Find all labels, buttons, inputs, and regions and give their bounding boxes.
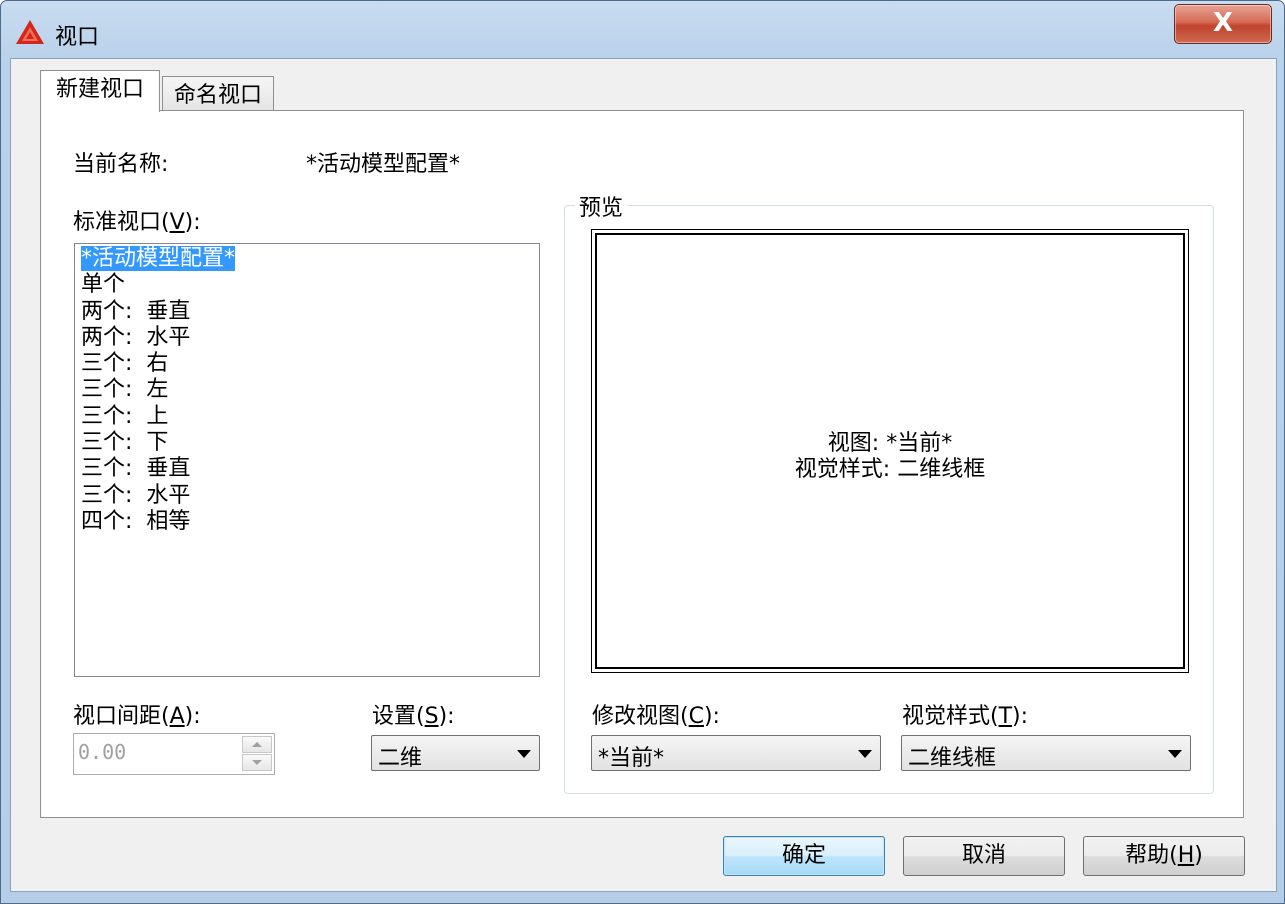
list-item[interactable]: 两个: 水平 bbox=[75, 325, 539, 351]
tab-panel-new-viewports: 当前名称: *活动模型配置* 标准视口(V): *活动模型配置* 单个 两个: … bbox=[40, 110, 1244, 818]
visual-style-label: 视觉样式(T): bbox=[902, 704, 1029, 729]
list-item[interactable]: 三个: 左 bbox=[75, 377, 539, 403]
autocad-logo-icon bbox=[16, 20, 44, 44]
chevron-down-icon bbox=[858, 750, 872, 758]
preview-style-line: 视觉样式: 二维线框 bbox=[794, 457, 986, 482]
visual-style-dropdown[interactable]: 二维线框 bbox=[901, 735, 1191, 771]
viewports-dialog: 视口 X 新建视口 命名视口 当前名称: *活动模型配置* 标准视口(V): *… bbox=[0, 0, 1285, 904]
list-item[interactable]: 单个 bbox=[75, 272, 539, 298]
spin-up-icon[interactable] bbox=[242, 736, 272, 753]
list-item[interactable]: *活动模型配置* bbox=[75, 246, 539, 272]
preview-text: 视图: *当前* 视觉样式: 二维线框 bbox=[597, 431, 1183, 483]
change-view-label: 修改视图(C): bbox=[592, 704, 720, 729]
preview-group-label: 预览 bbox=[575, 190, 628, 222]
change-view-value: *当前* bbox=[598, 746, 665, 771]
dialog-client-area: 新建视口 命名视口 当前名称: *活动模型配置* 标准视口(V): *活动模型配… bbox=[10, 58, 1277, 892]
viewport-spacing-value: 0.00 bbox=[78, 740, 127, 764]
list-item[interactable]: 两个: 垂直 bbox=[75, 299, 539, 325]
preview-view-line: 视图: *当前* bbox=[827, 431, 953, 456]
spin-down-icon[interactable] bbox=[242, 754, 272, 771]
setup-dropdown[interactable]: 二维 bbox=[371, 735, 540, 771]
preview-frame: 视图: *当前* 视觉样式: 二维线框 bbox=[595, 233, 1185, 669]
change-view-dropdown[interactable]: *当前* bbox=[591, 735, 881, 771]
setup-value: 二维 bbox=[378, 746, 423, 771]
chevron-down-icon bbox=[1168, 750, 1182, 758]
list-item[interactable]: 三个: 垂直 bbox=[75, 456, 539, 482]
tab-new-viewports[interactable]: 新建视口 bbox=[40, 70, 160, 112]
standard-viewports-label: 标准视口(V): bbox=[73, 210, 201, 235]
help-button[interactable]: 帮助(H) bbox=[1083, 836, 1245, 876]
title-bar[interactable]: 视口 X bbox=[1, 1, 1284, 59]
setup-label: 设置(S): bbox=[372, 704, 455, 729]
list-item[interactable]: 三个: 上 bbox=[75, 404, 539, 430]
preview-area: 视图: *当前* 视觉样式: 二维线框 bbox=[591, 229, 1189, 673]
cancel-button[interactable]: 取消 bbox=[903, 836, 1065, 876]
standard-viewports-list[interactable]: *活动模型配置* 单个 两个: 垂直 两个: 水平 三个: 右 三个: 左 三个… bbox=[74, 243, 540, 677]
tab-named-viewports[interactable]: 命名视口 bbox=[162, 76, 274, 114]
viewport-spacing-input[interactable]: 0.00 bbox=[73, 733, 275, 775]
current-name-label: 当前名称: bbox=[73, 152, 169, 177]
current-name-value: *活动模型配置* bbox=[306, 152, 461, 177]
ok-button[interactable]: 确定 bbox=[723, 836, 885, 876]
visual-style-value: 二维线框 bbox=[908, 746, 997, 771]
list-item[interactable]: 四个: 相等 bbox=[75, 509, 539, 535]
viewport-spacing-label: 视口间距(A): bbox=[73, 704, 201, 729]
list-item[interactable]: 三个: 右 bbox=[75, 351, 539, 377]
list-item[interactable]: 三个: 水平 bbox=[75, 483, 539, 509]
list-item[interactable]: 三个: 下 bbox=[75, 430, 539, 456]
close-button[interactable]: X bbox=[1174, 4, 1272, 44]
chevron-down-icon bbox=[517, 750, 531, 758]
window-title: 视口 bbox=[55, 25, 100, 50]
